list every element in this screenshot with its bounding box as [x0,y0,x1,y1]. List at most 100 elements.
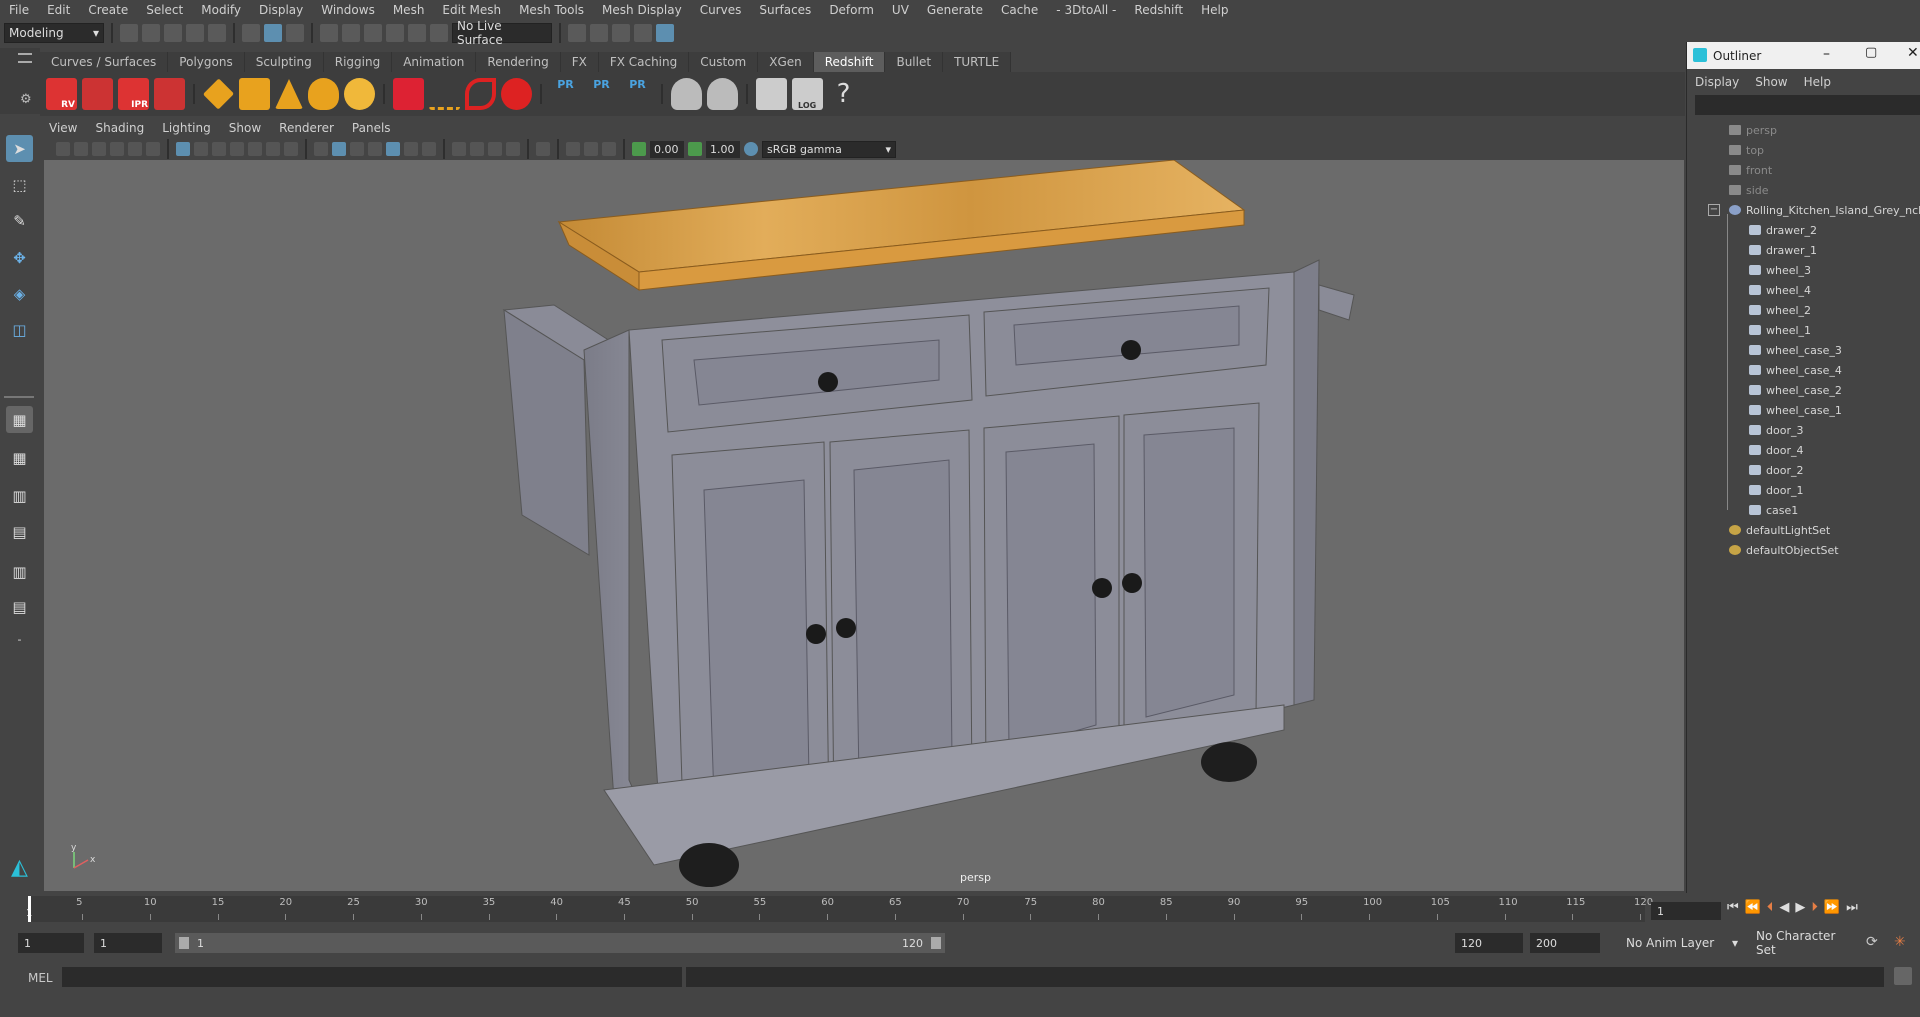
menu-edit-mesh[interactable]: Edit Mesh [433,3,510,17]
tab-polygons[interactable]: Polygons [168,52,245,72]
depth-of-field-icon[interactable] [506,142,520,156]
tab-rendering[interactable]: Rendering [476,52,561,72]
field-chart-icon[interactable] [248,142,262,156]
minimize-icon[interactable]: – [1823,46,1830,62]
step-forward-key-icon[interactable]: ⏩ [1824,900,1840,915]
outliner-item-wheel-case-1[interactable]: wheel_case_1 [1749,400,1842,420]
motion-blur-icon[interactable] [470,142,484,156]
viewport-persp[interactable]: y x [44,160,1684,891]
range-slider[interactable]: 1 120 [175,933,945,953]
menu-mesh[interactable]: Mesh [384,3,434,17]
paint-select-icon[interactable]: ✎ [6,207,33,234]
ipr-render-icon[interactable] [612,24,630,42]
menu-create[interactable]: Create [79,3,137,17]
area-light-icon[interactable] [202,78,235,110]
collapse-icon[interactable]: − [1708,204,1720,216]
start-time-field[interactable]: 1 [18,933,84,953]
open-scene-icon[interactable] [142,24,160,42]
play-forward-icon[interactable]: ▶ [1795,900,1805,915]
menu-file[interactable]: File [0,3,38,17]
tab-sculpting[interactable]: Sculpting [244,52,324,72]
bookmark-icon[interactable] [92,142,106,156]
outliner-search-input[interactable] [1695,95,1920,115]
resolution-gate-icon[interactable] [212,142,226,156]
spot-light-icon[interactable] [275,79,303,109]
curve-icon[interactable] [465,78,496,110]
redshift-rv-icon[interactable]: RV [46,78,77,110]
step-back-frame-icon[interactable]: ⏴ [1767,900,1774,915]
menu-deform[interactable]: Deform [820,3,883,17]
default-material-icon[interactable] [350,142,364,156]
two-pane-icon[interactable]: ▥ [6,482,33,509]
scale-tool-icon[interactable]: ◫ [6,316,33,343]
outliner-item-camera-persp[interactable]: persp [1729,120,1777,140]
select-object-icon[interactable] [264,24,282,42]
color-management-icon[interactable] [744,142,758,156]
preferences-icon[interactable]: ✳ [1894,934,1906,950]
redo-icon[interactable] [208,24,226,42]
2d-pan-icon[interactable] [128,142,142,156]
menu-generate[interactable]: Generate [918,3,992,17]
tab-xgen[interactable]: XGen [758,52,814,72]
sun-sky-icon[interactable] [344,78,375,110]
menu-mesh-tools[interactable]: Mesh Tools [510,3,593,17]
proxy-icon[interactable] [393,78,424,110]
auto-key-icon[interactable]: ⟳ [1866,934,1878,950]
outliner-item-door-4[interactable]: door_4 [1749,440,1803,460]
vp-menu-panels[interactable]: Panels [343,121,400,135]
safe-action-icon[interactable] [266,142,280,156]
outliner-item-wheel-1[interactable]: wheel_1 [1749,320,1811,340]
xray-active-icon[interactable] [602,142,616,156]
anti-aliasing-icon[interactable] [488,142,502,156]
tab-animation[interactable]: Animation [392,52,477,72]
undo-icon[interactable] [186,24,204,42]
menu-modify[interactable]: Modify [192,3,250,17]
bake-icon-2[interactable] [707,78,738,110]
snap-surface-icon[interactable] [408,24,426,42]
xray-joints-icon[interactable] [584,142,598,156]
xray-icon[interactable] [566,142,580,156]
outliner-item-drawer-1[interactable]: drawer_1 [1749,240,1817,260]
tab-redshift[interactable]: Redshift [813,52,886,72]
vp-menu-view[interactable]: View [40,121,86,135]
script-icon[interactable] [756,78,787,110]
redshift-render-icon[interactable] [82,78,113,110]
log-icon[interactable]: LOG [792,78,823,110]
portal-light-icon[interactable] [239,78,270,110]
snap-grid-icon[interactable] [320,24,338,42]
tab-turtle[interactable]: TURTLE [943,52,1012,72]
outliner-item-camera-top[interactable]: top [1729,140,1764,160]
camera-select-icon[interactable] [56,142,70,156]
outliner-item-case1[interactable]: case1 [1749,500,1798,520]
outliner-menu-show[interactable]: Show [1747,75,1795,89]
time-ruler[interactable]: 1 [26,896,1645,922]
magnet-icon[interactable] [430,24,448,42]
outliner-item-wheel-4[interactable]: wheel_4 [1749,280,1811,300]
gamma-field[interactable]: 1.00 [706,140,740,158]
menu-select[interactable]: Select [137,3,192,17]
exposure-field[interactable]: 0.00 [650,140,684,158]
mode-dropdown[interactable]: Modeling ▾ [4,23,104,43]
image-plane-icon[interactable] [110,142,124,156]
select-tool-icon[interactable]: ➤ [6,135,33,162]
lights-icon[interactable] [404,142,418,156]
go-to-end-icon[interactable]: ⏭ [1846,900,1858,915]
gear-icon[interactable]: ⚙ [20,92,32,107]
tab-fx[interactable]: FX [560,52,599,72]
view-transform-dropdown[interactable]: sRGB gamma ▾ [762,140,896,158]
anim-end-field[interactable]: 200 [1530,933,1600,953]
outliner-item-door-3[interactable]: door_3 [1749,420,1803,440]
menu-surfaces[interactable]: Surfaces [750,3,820,17]
gate-mask-icon[interactable] [230,142,244,156]
vp-menu-shading[interactable]: Shading [86,121,153,135]
outliner-item-wheel-case-2[interactable]: wheel_case_2 [1749,380,1842,400]
outliner-layout-icon[interactable]: ▤ [6,518,33,545]
wireframe-icon[interactable] [314,142,328,156]
tab-bullet[interactable]: Bullet [885,52,944,72]
exposure-icon[interactable] [632,142,646,156]
single-pane-icon[interactable]: ▦ [6,406,33,433]
vp-menu-show[interactable]: Show [220,121,270,135]
menu-mesh-display[interactable]: Mesh Display [593,3,691,17]
lasso-tool-icon[interactable]: ⬚ [6,171,33,198]
anim-start-field[interactable]: 1 [94,933,162,953]
